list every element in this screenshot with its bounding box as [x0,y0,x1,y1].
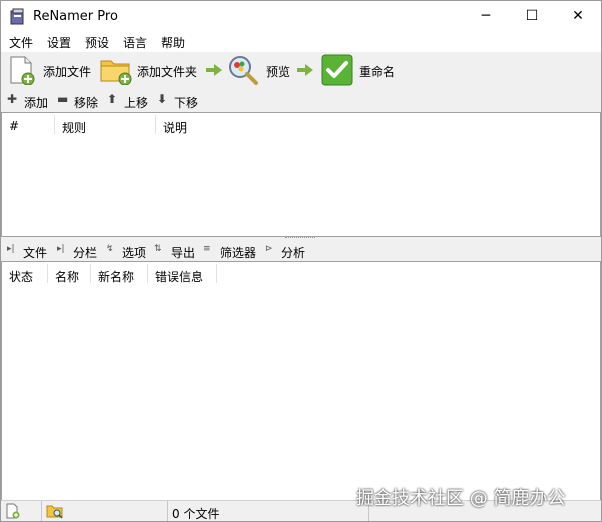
dropdown-marker-icon: ▸| [7,244,15,254]
arrow-right-icon [206,64,222,76]
checkmark-icon [321,54,353,86]
add-folder-button[interactable]: 添加文件夹 [99,52,203,88]
column-header-rule[interactable]: 规则 [55,113,155,135]
app-icon [10,8,24,25]
column-separator[interactable] [216,264,217,283]
column-header-description[interactable]: 说明 [156,113,356,135]
arrow-right-icon [297,64,313,76]
column-header-new-name[interactable]: 新名称 [91,262,147,284]
files-toolbar: ▸| 文件 ▸| 分栏 ↯ 选项 ⇅ 导出 ≡ 筛选器 ⊳ 分析 [1,241,601,260]
preview-label: 预览 [266,65,291,79]
rename-button[interactable]: 重命名 [321,52,401,88]
menu-help[interactable]: 帮助 [161,34,185,51]
remove-rule-label: 移除 [74,96,99,110]
move-down-button[interactable]: ⬇ 下移 [157,92,203,110]
magnifier-icon [229,56,258,85]
add-files-button[interactable]: 添加文件 [5,52,97,88]
rename-label: 重命名 [359,65,396,79]
menu-file[interactable]: 文件 [9,34,33,51]
preview-button[interactable]: 预览 [227,52,293,88]
status-add-files-button[interactable] [1,501,42,521]
options-menu-button[interactable]: ↯ 选项 [106,243,150,260]
menu-bar: 文件 设置 预设 语言 帮助 [1,32,601,52]
arrow-up-icon: ⬆ [107,92,118,106]
export-menu-button[interactable]: ⇅ 导出 [154,243,198,260]
add-files-label: 添加文件 [43,65,92,79]
files-table[interactable]: 状态 名称 新名称 错误信息 [1,261,601,501]
analyze-icon: ⊳ [265,244,273,254]
add-folder-icon [100,60,132,85]
column-header-number[interactable]: # [2,113,54,135]
export-icon: ⇅ [154,244,162,254]
files-menu-button[interactable]: ▸| 文件 [7,243,51,260]
splitter-grip [285,237,315,240]
add-rule-label: 添加 [24,96,49,110]
title-bar[interactable]: ReNamer Pro ─ ☐ ✕ [1,1,601,32]
column-header-state[interactable]: 状态 [2,262,47,284]
column-header-name[interactable]: 名称 [48,262,90,284]
watermark: 掘金技术社区 @ 简鹿办公 [356,488,566,509]
add-folder-label: 添加文件夹 [137,65,198,79]
remove-rule-button[interactable]: ▬ 移除 [57,92,103,110]
main-toolbar: 添加文件 添加文件夹 预览 重命名 [1,52,601,88]
move-up-button[interactable]: ⬆ 上移 [107,92,153,110]
app-window: ReNamer Pro ─ ☐ ✕ 文件 设置 预设 语言 帮助 添加文件 添加… [0,0,602,522]
move-down-label: 下移 [174,96,199,110]
filters-menu-button[interactable]: ≡ 筛选器 [203,243,261,260]
filter-icon: ≡ [203,244,211,254]
menu-language[interactable]: 语言 [123,34,147,51]
options-icon: ↯ [106,244,114,254]
maximize-button[interactable]: ☐ [509,1,555,32]
minimize-button[interactable]: ─ [463,1,509,32]
window-title: ReNamer Pro [33,9,118,24]
move-up-label: 上移 [124,96,149,110]
plus-icon: ✚ [7,92,18,106]
menu-presets[interactable]: 预设 [85,34,109,51]
search-folder-icon [46,505,63,519]
columns-menu-button[interactable]: ▸| 分栏 [57,243,101,260]
file-count: 0 个文件 [172,507,220,521]
file-count-cell: 0 个文件 [168,501,369,521]
add-rule-button[interactable]: ✚ 添加 [7,92,51,110]
status-add-folder-button[interactable] [42,501,168,521]
rules-table[interactable]: # 规则 说明 [1,112,601,237]
rule-actions-bar: ✚ 添加 ▬ 移除 ⬆ 上移 ⬇ 下移 [1,90,601,112]
menu-settings[interactable]: 设置 [47,34,71,51]
close-button[interactable]: ✕ [555,1,601,32]
analyze-menu-button[interactable]: ⊳ 分析 [265,243,311,260]
minus-icon: ▬ [57,92,69,106]
dropdown-marker-icon: ▸| [57,244,65,254]
add-file-icon [6,503,20,519]
add-file-icon [10,56,35,85]
arrow-down-icon: ⬇ [157,92,168,106]
column-header-error[interactable]: 错误信息 [148,262,216,284]
